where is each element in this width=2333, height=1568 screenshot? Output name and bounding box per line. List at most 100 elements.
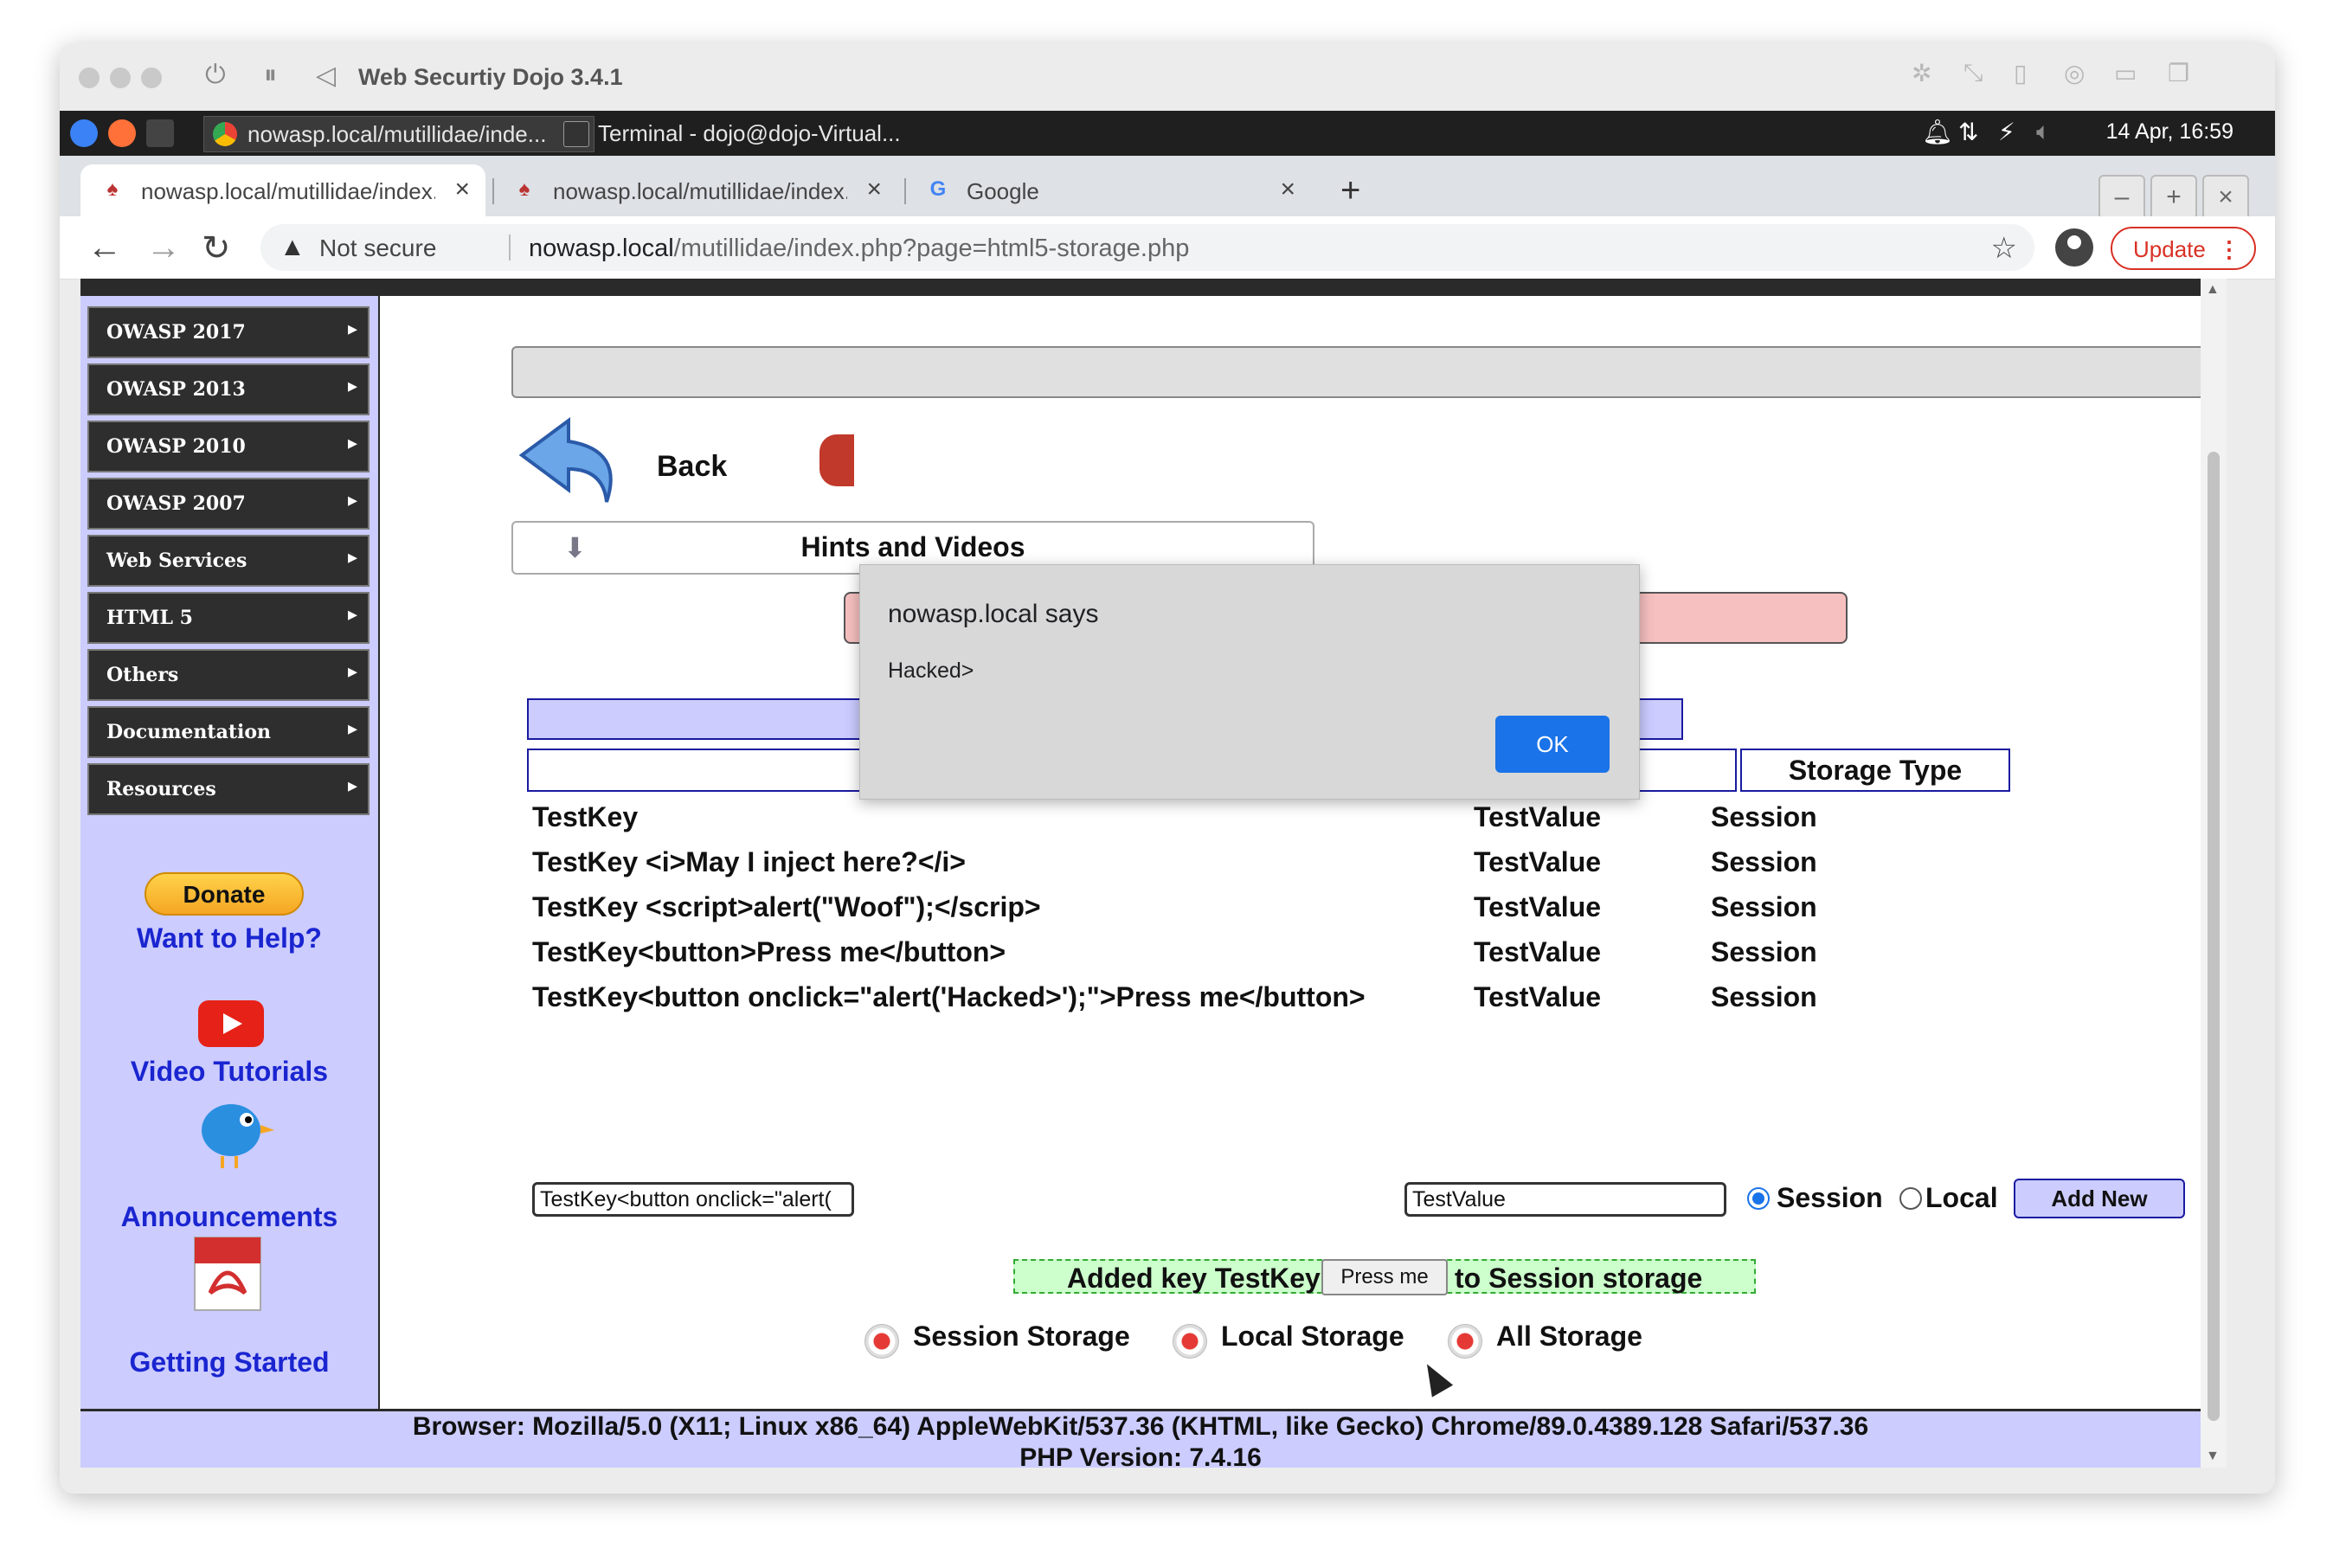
- folder-icon[interactable]: ▭: [2114, 59, 2137, 87]
- cell-item: TestValue: [1474, 936, 1602, 967]
- session-radio-label[interactable]: Session: [1777, 1182, 1883, 1214]
- getting-started-link[interactable]: Getting Started: [80, 1346, 378, 1378]
- usb-icon[interactable]: ▯: [2014, 59, 2027, 87]
- menu-others[interactable]: Others ▸: [87, 649, 370, 701]
- pause-icon[interactable]: ⏸: [264, 61, 277, 90]
- added-message-prefix: Added key TestKey: [1067, 1263, 1321, 1294]
- close-button[interactable]: ×: [2202, 175, 2249, 222]
- menu-label: Documentation: [106, 721, 272, 743]
- minimize-button[interactable]: –: [2098, 175, 2145, 222]
- local-storage-link[interactable]: Local Storage: [1173, 1321, 1404, 1359]
- tab-mutillidae-1[interactable]: ♠ nowasp.local/mutillidae/index.p ×: [80, 164, 485, 216]
- menu-label: Others: [106, 664, 179, 686]
- star-icon[interactable]: ☆: [1991, 231, 2017, 266]
- page-footer: Browser: Mozilla/5.0 (X11; Linux x86_64)…: [80, 1409, 2201, 1468]
- youtube-icon[interactable]: [198, 1000, 264, 1047]
- scroll-thumb[interactable]: [2208, 452, 2220, 1421]
- bug-favicon-icon: ♠: [106, 177, 119, 201]
- menu-documentation[interactable]: Documentation ▸: [87, 706, 370, 758]
- menu-owasp-2013[interactable]: OWASP 2013 ▸: [87, 363, 370, 415]
- minimize-window-dot[interactable]: [110, 67, 131, 88]
- menu-label: OWASP 2007: [106, 492, 246, 515]
- maximize-button[interactable]: +: [2150, 175, 2197, 222]
- menu-owasp-2010[interactable]: OWASP 2010 ▸: [87, 421, 370, 472]
- tab-mutillidae-2[interactable]: ♠ nowasp.local/mutillidae/index.p ×: [492, 164, 897, 216]
- close-window-dot[interactable]: [79, 67, 100, 88]
- press-me-button[interactable]: Press me: [1321, 1259, 1448, 1295]
- cell-key: TestKey <i>May I inject here?</i>: [532, 846, 966, 877]
- caret-right-icon: ▸: [347, 432, 357, 454]
- clock[interactable]: 14 Apr, 16:59: [2106, 119, 2233, 145]
- menu-web-services[interactable]: Web Services ▸: [87, 535, 370, 587]
- reload-icon[interactable]: ↻: [202, 228, 231, 268]
- brightness-icon[interactable]: ✲: [1912, 59, 1931, 87]
- want-to-help-link[interactable]: Want to Help?: [80, 922, 378, 954]
- scroll-down-icon[interactable]: ▼: [2206, 1449, 2220, 1464]
- close-icon[interactable]: ×: [454, 175, 470, 204]
- twitter-bird-icon[interactable]: [186, 1090, 276, 1173]
- back-link[interactable]: Back: [657, 450, 727, 484]
- menu-owasp-2017[interactable]: OWASP 2017 ▸: [87, 306, 370, 358]
- zoom-window-dot[interactable]: [141, 67, 162, 88]
- update-button[interactable]: Update ⋮: [2111, 227, 2256, 270]
- taskbar-task-terminal[interactable]: Terminal - dojo@dojo-Virtual...: [555, 116, 961, 151]
- menu-label: Resources: [106, 778, 216, 800]
- alert-message: Hacked>: [888, 659, 974, 683]
- session-storage-link[interactable]: Session Storage: [864, 1321, 1130, 1359]
- disc-icon[interactable]: ◎: [2064, 59, 2085, 87]
- caret-right-icon: ▸: [347, 546, 357, 569]
- more-menu-icon: ⋮: [2218, 236, 2240, 262]
- app-menu-icon[interactable]: [70, 119, 98, 147]
- all-storage-link[interactable]: All Storage: [1448, 1321, 1642, 1359]
- local-radio-label[interactable]: Local: [1925, 1182, 1998, 1214]
- menu-resources[interactable]: Resources ▸: [87, 763, 370, 815]
- table-row: TestKey <i>May I inject here?</i> TestVa…: [527, 839, 1998, 883]
- power-status-icon[interactable]: ⚡︎: [1998, 118, 2015, 146]
- profile-avatar-icon[interactable]: [2055, 228, 2093, 267]
- new-tab-button[interactable]: +: [1340, 171, 1360, 210]
- url-path: /mutillidae/index.php?page=html5-storage…: [673, 235, 1190, 262]
- video-tutorials-link[interactable]: Video Tutorials: [80, 1056, 378, 1088]
- announcements-link[interactable]: Announcements: [80, 1201, 378, 1233]
- back-triangle-icon[interactable]: ◁: [316, 61, 336, 91]
- local-radio[interactable]: [1899, 1187, 1922, 1210]
- volume-icon[interactable]: 🔈︎: [2036, 118, 2051, 146]
- cell-type: Session: [1711, 801, 1817, 832]
- terminal-icon[interactable]: [146, 119, 174, 147]
- key-input[interactable]: TestKey<button onclick="alert(: [532, 1182, 854, 1217]
- address-bar[interactable]: ▲ Not secure nowasp.local/mutillidae/ind…: [260, 224, 2034, 271]
- donate-button[interactable]: Donate: [145, 872, 304, 916]
- caret-right-icon: ▸: [347, 660, 357, 683]
- not-secure-label[interactable]: Not secure: [319, 235, 436, 262]
- session-radio[interactable]: [1747, 1187, 1770, 1210]
- firefox-icon[interactable]: [108, 119, 136, 147]
- vertical-scrollbar[interactable]: ▲ ▼: [2201, 279, 2227, 1468]
- back-arrow-icon[interactable]: [517, 415, 626, 509]
- menu-owasp-2007[interactable]: OWASP 2007 ▸: [87, 478, 370, 530]
- url-text[interactable]: nowasp.local/mutillidae/index.php?page=h…: [529, 235, 1189, 263]
- power-icon[interactable]: ⏻: [205, 61, 226, 90]
- back-nav-icon[interactable]: ←: [87, 228, 122, 267]
- value-input[interactable]: TestValue: [1404, 1182, 1726, 1217]
- forward-nav-icon[interactable]: →: [146, 228, 181, 267]
- close-icon[interactable]: ×: [1280, 175, 1295, 204]
- scroll-up-icon[interactable]: ▲: [2206, 282, 2220, 298]
- cell-item: TestValue: [1474, 891, 1602, 922]
- warning-triangle-icon[interactable]: ▲: [280, 233, 305, 262]
- toggle-hints-icon[interactable]: [819, 434, 854, 486]
- network-icon[interactable]: ⇅: [1958, 118, 1978, 146]
- page-viewport: OWASP 2017 ▸ OWASP 2013 ▸ OWASP 2010 ▸ OWAS…: [80, 279, 2227, 1468]
- pdf-icon[interactable]: [190, 1236, 266, 1312]
- menu-html5[interactable]: HTML 5 ▸: [87, 592, 370, 644]
- table-row: TestKey<button>Press me</button> TestVal…: [527, 929, 1998, 973]
- bell-icon[interactable]: 🔔︎: [1922, 118, 1953, 146]
- close-icon[interactable]: ×: [866, 175, 882, 204]
- menu-label: OWASP 2017: [106, 321, 246, 344]
- windows-icon[interactable]: ❐: [2168, 59, 2189, 87]
- tab-google[interactable]: G Google ×: [906, 164, 1311, 216]
- update-label: Update: [2133, 236, 2206, 262]
- resize-icon[interactable]: ⤡: [1963, 59, 1983, 87]
- taskbar-task-chrome[interactable]: nowasp.local/mutillidae/inde...: [203, 116, 594, 152]
- ok-button[interactable]: OK: [1495, 716, 1610, 773]
- add-new-button[interactable]: Add New: [2014, 1179, 2185, 1218]
